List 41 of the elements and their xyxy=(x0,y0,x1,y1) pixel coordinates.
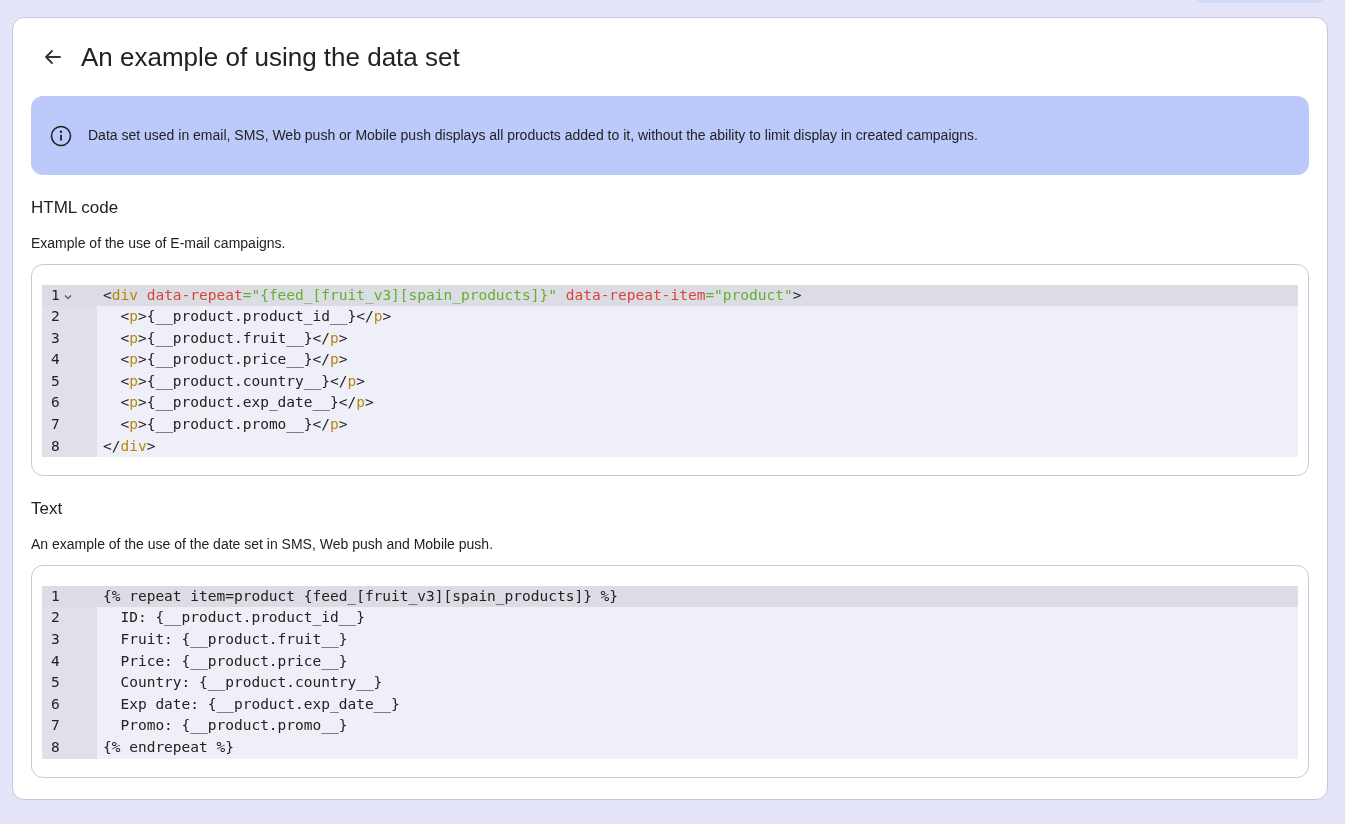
code-line: Country: {__product.country__} xyxy=(119,673,384,693)
page-title: An example of using the data set xyxy=(81,40,460,74)
code-line: <p>{__product.exp_date__}</p> xyxy=(119,393,375,413)
section-title: Text xyxy=(31,498,64,521)
code-line: ID: {__product.product_id__} xyxy=(119,608,366,628)
code-line: Exp date: {__product.exp_date__} xyxy=(119,694,401,715)
line-number: 5 xyxy=(51,371,60,391)
line-number: 3 xyxy=(51,629,60,649)
code-line: Promo: {__product.promo__} xyxy=(119,716,349,736)
code-editor[interactable] xyxy=(42,284,1298,458)
line-number: 4 xyxy=(51,350,60,370)
section-description: Example of the use of E-mail campaigns. xyxy=(31,233,287,253)
code-line: <p>{__product.product_id__}</p> xyxy=(119,307,393,327)
code-editor[interactable] xyxy=(42,585,1298,759)
code-line: Fruit: {__product.fruit__} xyxy=(119,629,349,650)
line-number: 4 xyxy=(51,651,60,671)
fold-caret-icon[interactable] xyxy=(63,294,72,301)
line-number: 2 xyxy=(51,608,60,628)
code-line: </div> xyxy=(102,436,157,456)
line-number: 2 xyxy=(51,307,60,327)
info-icon xyxy=(50,124,72,147)
line-number: 1 xyxy=(51,285,60,305)
line-number: 3 xyxy=(51,328,60,348)
back-arrow-icon[interactable] xyxy=(43,47,63,67)
section-title: HTML code xyxy=(31,197,120,219)
line-number: 6 xyxy=(51,694,60,714)
code-line: <p>{__product.promo__}</p> xyxy=(119,415,349,435)
line-number: 6 xyxy=(51,393,60,413)
code-line: <p>{__product.price__}</p> xyxy=(119,350,349,370)
line-number: 8 xyxy=(51,436,60,456)
line-number: 7 xyxy=(51,415,60,435)
section-description: An example of the use of the date set in SMS, Web push and Mobile push. xyxy=(31,534,495,554)
line-number: 7 xyxy=(51,716,60,736)
code-line: <p>{__product.country__}</p> xyxy=(119,371,366,392)
line-number: 1 xyxy=(51,586,60,606)
line-number: 5 xyxy=(51,673,60,693)
code-line: <p>{__product.fruit__}</p> xyxy=(119,328,349,349)
line-number: 8 xyxy=(51,737,60,757)
info-text: Data set used in email, SMS, Web push or Mobile push displays all products added to it, without the ability to limit display in created campaigns. xyxy=(88,126,978,145)
code-line: {% endrepeat %} xyxy=(102,737,235,757)
code-line: Price: {__product.price__} xyxy=(119,651,349,672)
